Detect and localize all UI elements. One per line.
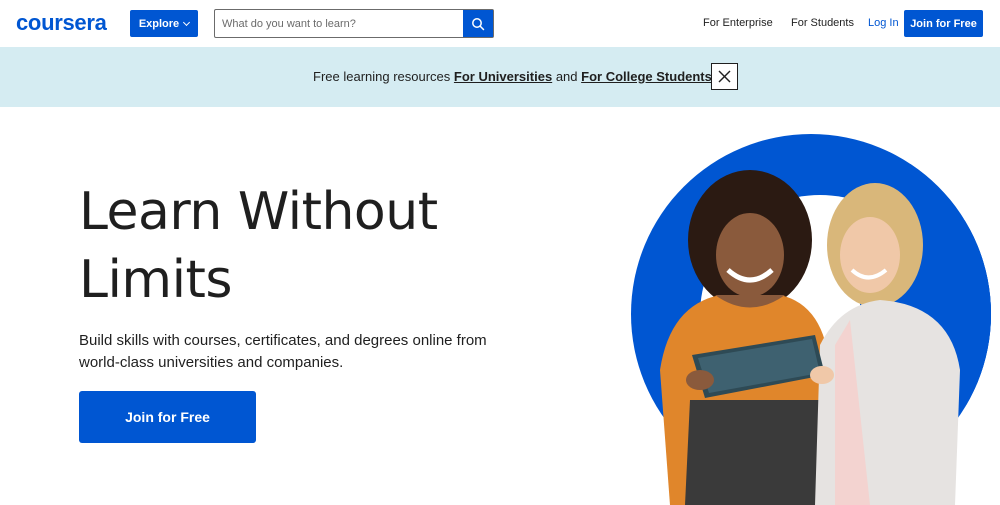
for-universities-link[interactable]: For Universities bbox=[454, 69, 552, 84]
search-button[interactable] bbox=[463, 10, 493, 37]
banner-conjunction: and bbox=[555, 69, 578, 84]
for-students-link[interactable]: For Students bbox=[791, 17, 854, 29]
for-enterprise-link[interactable]: For Enterprise bbox=[703, 17, 773, 29]
explore-label: Explore bbox=[138, 17, 180, 30]
hero-title: Learn Without Limits bbox=[79, 178, 599, 314]
promo-banner: Free learning resources For Universities… bbox=[0, 47, 1000, 107]
explore-button[interactable]: Explore bbox=[130, 10, 198, 37]
top-navigation: coursera Explore For Enterprise For Stud… bbox=[0, 0, 1000, 47]
close-icon bbox=[718, 70, 731, 83]
hero-photo bbox=[631, 134, 991, 505]
hero-description: Build skills with courses, certificates,… bbox=[79, 332, 487, 371]
coursera-logo[interactable]: coursera bbox=[16, 10, 107, 36]
search-input[interactable] bbox=[215, 10, 463, 37]
hero-title-line-1: Learn Without bbox=[79, 182, 438, 242]
for-college-students-link[interactable]: For College Students bbox=[581, 69, 712, 84]
chevron-down-icon bbox=[183, 18, 191, 26]
banner-message: Free learning resources For Universities… bbox=[313, 69, 712, 84]
banner-prefix: Free learning resources bbox=[313, 69, 451, 84]
search-icon bbox=[472, 17, 485, 30]
hero-title-line-2: Limits bbox=[79, 250, 233, 310]
search-bar bbox=[214, 9, 494, 38]
hero-illustration bbox=[630, 130, 1000, 505]
login-link[interactable]: Log In bbox=[868, 17, 899, 29]
banner-close-button[interactable] bbox=[711, 63, 738, 90]
join-for-free-button[interactable]: Join for Free bbox=[904, 10, 983, 37]
hero-join-button[interactable]: Join for Free bbox=[79, 391, 256, 443]
